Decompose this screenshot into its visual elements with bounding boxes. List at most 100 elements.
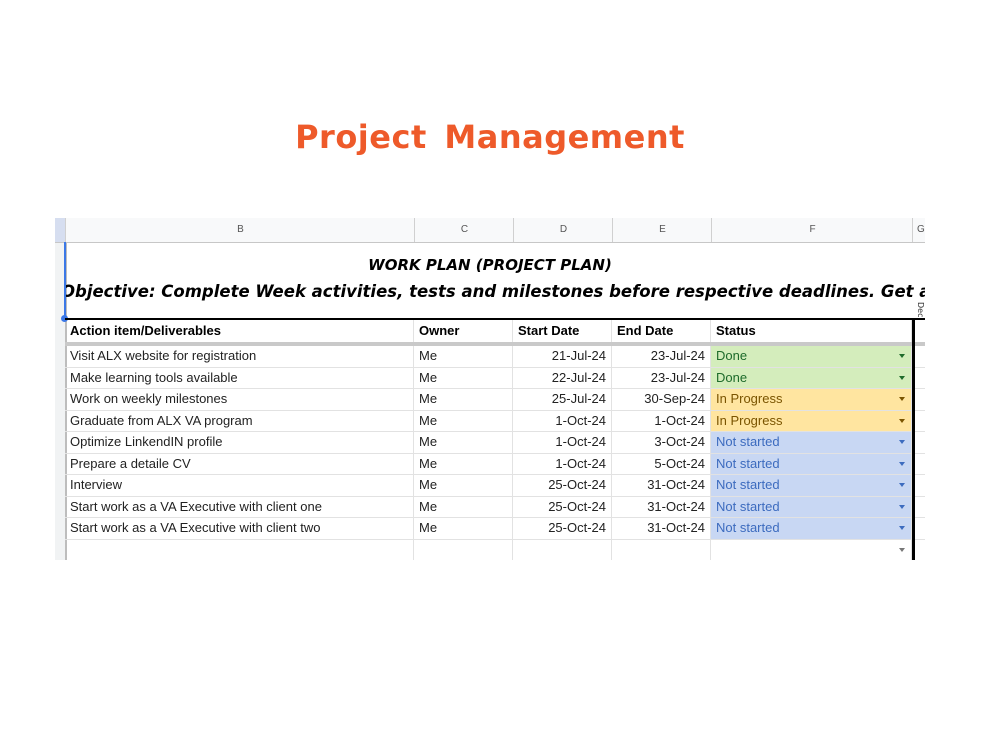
cell-action[interactable]: Optimize LinkendIN profile <box>65 432 414 453</box>
selection-border <box>64 242 66 318</box>
header-start-date[interactable]: Start Date <box>513 320 612 342</box>
column-header-c[interactable]: C <box>414 218 514 242</box>
cell-action[interactable]: Prepare a detaile CV <box>65 453 414 474</box>
merged-title-cell[interactable]: WORK PLAN (PROJECT PLAN) Objective: Comp… <box>65 242 925 318</box>
status-value: In Progress <box>716 391 783 406</box>
table-row: Prepare a detaile CV Me 1-Oct-24 5-Oct-24 No… <box>65 453 925 475</box>
table-row: Make learning tools available Me 22-Jul-24… <box>65 367 925 389</box>
column-header-e[interactable]: E <box>612 218 712 242</box>
status-dropdown[interactable]: Not started <box>711 496 912 517</box>
chevron-down-icon[interactable] <box>899 418 905 423</box>
work-plan-title: WORK PLAN (PROJECT PLAN) <box>368 256 612 274</box>
rotated-cell-fragment: Dec 21 <box>916 302 925 318</box>
objective-text: Objective: Complete Week activities, tes… <box>65 282 925 301</box>
cell-start-date[interactable]: 1-Oct-24 <box>513 410 612 431</box>
cell-owner[interactable]: Me <box>414 475 513 496</box>
cell-start-date[interactable]: 22-Jul-24 <box>513 367 612 388</box>
page-title: Project Management <box>295 118 685 156</box>
cell-action[interactable]: Start work as a VA Executive with client… <box>65 518 414 539</box>
header-end-date[interactable]: End Date <box>612 320 711 342</box>
column-header-f[interactable]: F <box>711 218 913 242</box>
cell-end-date[interactable]: 31-Oct-24 <box>612 518 711 539</box>
table-row: Optimize LinkendIN profile Me 1-Oct-24 3-Oc… <box>65 432 925 454</box>
empty-cell[interactable] <box>612 539 711 560</box>
cell-owner[interactable]: Me <box>414 410 513 431</box>
cell-owner[interactable]: Me <box>414 389 513 410</box>
empty-cell[interactable] <box>414 539 513 560</box>
cell-owner[interactable]: Me <box>414 432 513 453</box>
cell-owner[interactable]: Me <box>414 346 513 367</box>
cell-action[interactable]: Graduate from ALX VA program <box>65 410 414 431</box>
cell-start-date[interactable]: 1-Oct-24 <box>513 453 612 474</box>
table-right-border <box>912 318 915 560</box>
cell-action[interactable]: Work on weekly milestones <box>65 389 414 410</box>
cell-owner[interactable]: Me <box>414 518 513 539</box>
cell-end-date[interactable]: 31-Oct-24 <box>612 496 711 517</box>
task-table: Action item/Deliverables Owner Start Dat… <box>65 318 925 560</box>
status-value: Not started <box>716 434 780 449</box>
cell-end-date[interactable]: 3-Oct-24 <box>612 432 711 453</box>
chevron-down-icon[interactable] <box>899 504 905 509</box>
chevron-down-icon[interactable] <box>899 483 905 487</box>
table-header-row: Action item/Deliverables Owner Start Dat… <box>65 318 925 346</box>
chevron-down-icon[interactable] <box>899 547 905 552</box>
cell-owner[interactable]: Me <box>414 453 513 474</box>
cell-owner[interactable]: Me <box>414 367 513 388</box>
table-row: Start work as a VA Executive with client… <box>65 496 925 518</box>
empty-cell[interactable] <box>513 539 612 560</box>
cell-start-date[interactable]: 25-Oct-24 <box>513 518 612 539</box>
table-row: Start work as a VA Executive with client… <box>65 518 925 540</box>
status-dropdown[interactable]: Not started <box>711 453 912 474</box>
status-value: Not started <box>716 477 780 492</box>
status-dropdown[interactable]: In Progress <box>711 410 912 431</box>
status-dropdown[interactable]: Not started <box>711 518 912 539</box>
status-dropdown[interactable]: Not started <box>711 475 912 496</box>
status-dropdown[interactable]: Done <box>711 346 912 367</box>
status-value: Not started <box>716 498 780 514</box>
cell-start-date[interactable]: 25-Jul-24 <box>513 389 612 410</box>
status-dropdown[interactable]: In Progress <box>711 389 912 410</box>
cell-start-date[interactable]: 25-Oct-24 <box>513 496 612 517</box>
chevron-down-icon[interactable] <box>899 526 905 530</box>
chevron-down-icon[interactable] <box>899 354 905 358</box>
cell-end-date[interactable]: 31-Oct-24 <box>612 475 711 496</box>
cell-end-date[interactable]: 30-Sep-24 <box>612 389 711 410</box>
column-header-g[interactable]: G <box>912 218 925 242</box>
cell-action[interactable]: Interview <box>65 475 414 496</box>
header-owner[interactable]: Owner <box>414 320 513 342</box>
status-value: Done <box>716 348 748 363</box>
status-dropdown-empty[interactable] <box>711 539 912 560</box>
status-dropdown[interactable]: Done <box>711 367 912 388</box>
cell-end-date[interactable]: 23-Jul-24 <box>612 346 711 367</box>
cell-start-date[interactable]: 25-Oct-24 <box>513 475 612 496</box>
select-all-corner[interactable] <box>55 218 65 242</box>
cell-end-date[interactable]: 1-Oct-24 <box>612 410 711 431</box>
column-header-b[interactable]: B <box>65 218 415 242</box>
column-header-d[interactable]: D <box>513 218 613 242</box>
cell-action[interactable]: Visit ALX website for registration <box>65 346 414 367</box>
status-value: Not started <box>716 520 780 535</box>
empty-row <box>65 539 925 560</box>
chevron-down-icon[interactable] <box>899 440 905 444</box>
table-row: Interview Me 25-Oct-24 31-Oct-24 Not started <box>65 475 925 497</box>
chevron-down-icon[interactable] <box>899 397 905 401</box>
chevron-down-icon[interactable] <box>899 461 905 466</box>
spreadsheet: B C D E F G WORK PLAN (PROJECT PLAN) Obj… <box>55 218 925 560</box>
column-header-bar: B C D E F G <box>55 218 925 243</box>
cell-owner[interactable]: Me <box>414 496 513 517</box>
cell-action[interactable]: Make learning tools available <box>65 367 414 388</box>
table-row: Graduate from ALX VA program Me 1-Oct-24 1-… <box>65 410 925 432</box>
chevron-down-icon[interactable] <box>899 375 905 380</box>
cell-end-date[interactable]: 5-Oct-24 <box>612 453 711 474</box>
cell-end-date[interactable]: 23-Jul-24 <box>612 367 711 388</box>
cell-action[interactable]: Start work as a VA Executive with client… <box>65 496 414 517</box>
empty-cell[interactable] <box>65 539 414 560</box>
status-value: Not started <box>716 455 780 471</box>
status-value: In Progress <box>716 412 783 428</box>
cell-start-date[interactable]: 1-Oct-24 <box>513 432 612 453</box>
cell-start-date[interactable]: 21-Jul-24 <box>513 346 612 367</box>
status-dropdown[interactable]: Not started <box>711 432 912 453</box>
header-status[interactable]: Status <box>711 320 912 342</box>
table-row: Work on weekly milestones Me 25-Jul-24 30-S… <box>65 389 925 411</box>
header-action[interactable]: Action item/Deliverables <box>65 320 414 342</box>
